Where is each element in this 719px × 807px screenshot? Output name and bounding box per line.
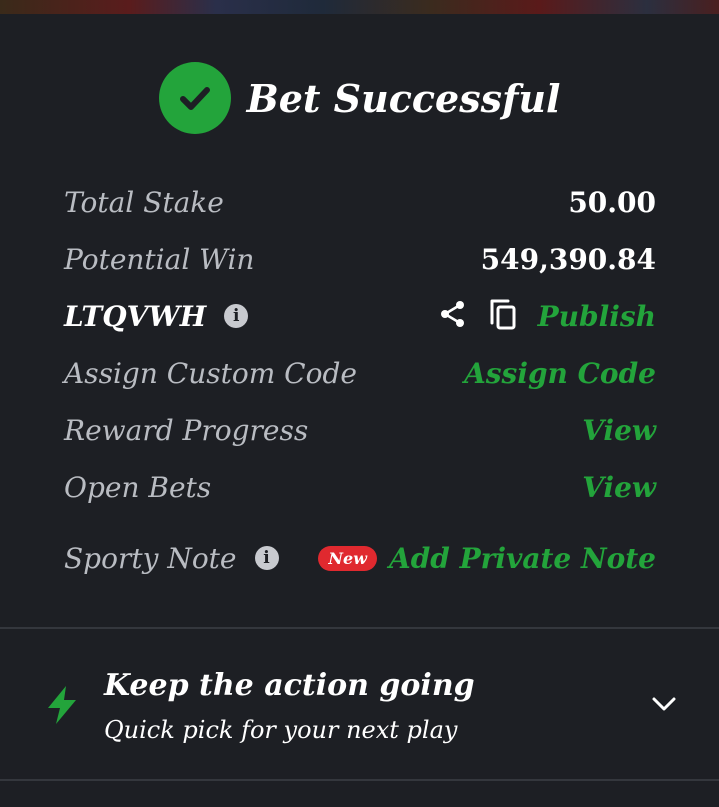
open-bets-row: Open Bets View [64,467,656,507]
top-banner-strip [0,0,719,14]
open-bets-label: Open Bets [64,470,212,504]
assign-code-button[interactable]: Assign Code [464,357,656,390]
divider [0,627,719,629]
page-title: Bet Successful [246,75,561,121]
share-icon[interactable] [438,299,468,333]
new-badge: New [318,545,377,571]
potential-win-label: Potential Win [64,242,255,276]
copy-icon[interactable] [488,297,518,335]
potential-win-row: Potential Win 549,390.84 [64,239,656,279]
reward-progress-row: Reward Progress View [64,410,656,450]
potential-win-value: 549,390.84 [480,242,656,276]
quick-pick-banner[interactable]: Keep the action going Quick pick for you… [0,650,719,760]
sporty-note-row: Sporty Note i New Add Private Note [64,538,656,578]
chevron-down-icon[interactable] [650,694,678,718]
sporty-note-label: Sporty Note [64,541,237,575]
total-stake-label: Total Stake [64,185,224,219]
success-header: Bet Successful [0,60,719,136]
promo-subtitle: Quick pick for your next play [104,716,458,744]
publish-button[interactable]: Publish [538,300,656,333]
custom-code-row: Assign Custom Code Assign Code [64,353,656,393]
open-bets-view-button[interactable]: View [582,471,656,504]
lightning-icon [44,684,80,730]
booking-code-row: LTQVWH i Publish [64,296,656,336]
info-icon[interactable]: i [224,304,249,328]
booking-code: LTQVWH [64,299,207,333]
custom-code-label: Assign Custom Code [64,356,357,390]
add-private-note-button[interactable]: Add Private Note [389,542,656,575]
total-stake-row: Total Stake 50.00 [64,182,656,222]
promo-title: Keep the action going [104,668,475,703]
divider [0,779,719,781]
reward-progress-label: Reward Progress [64,413,309,447]
info-icon[interactable]: i [254,546,279,570]
check-icon [158,62,231,134]
reward-progress-view-button[interactable]: View [582,414,656,447]
total-stake-value: 50.00 [568,185,656,219]
